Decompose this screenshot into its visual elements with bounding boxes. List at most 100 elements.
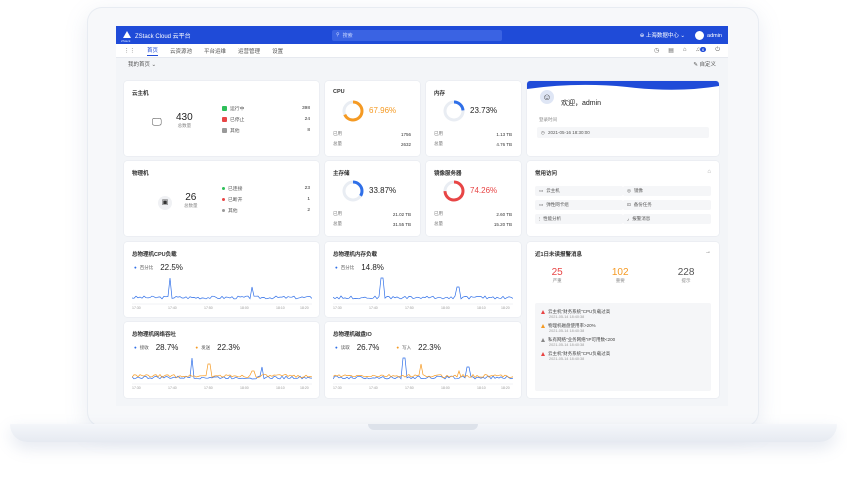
status-value: 1	[307, 197, 310, 202]
lock-icon[interactable]: ⌂	[707, 169, 711, 175]
card-cpu-load-chart[interactable]: 总物理机CPU负载 ● 百分比 22.5% 17:30 17:40 17:50 18:00…	[124, 242, 319, 317]
warning-icon	[541, 352, 545, 356]
x-tick-label: 18:20	[300, 386, 309, 390]
x-tick-label: 18:00	[240, 306, 249, 310]
legend-dot: ●	[396, 345, 400, 350]
tab-ops[interactable]: 平台运维	[204, 47, 226, 55]
alert-time: 2021-05-14 18:40:38	[549, 329, 585, 333]
avatar	[695, 30, 705, 40]
cloud-hosts-status-list: 运行中 398 已停止 24 其他 8	[222, 103, 310, 136]
card-mem-load-chart[interactable]: 总物理机内存负载 ● 百分比 14.8% 17:30 17:40 17:50 18:00 1…	[325, 242, 521, 317]
user-menu[interactable]: admin	[695, 30, 722, 40]
status-label: 运行中	[230, 107, 245, 112]
clock-icon[interactable]: ◷	[654, 47, 659, 54]
card-quick-access: 常用访问 ⌂ ▭ 云主机 ◎ 镜像 ▭ 弹性网卡组 ⊡ 备份任务 ⫶ 性能分析 ♪ 报警消息	[527, 161, 719, 236]
clock-icon: ◷	[541, 129, 545, 135]
card-title: 近1日未读报警消息	[535, 252, 583, 258]
status-label: 已停止	[230, 118, 245, 123]
alert-item[interactable]: 云主机"财务系统"CPU负载过高 2021-05-14 18:40:38	[541, 309, 705, 319]
cart-icon[interactable]: ⌂	[683, 47, 687, 54]
x-tick-label: 17:50	[204, 306, 213, 310]
quick-item-label: 云主机	[546, 188, 560, 193]
card-memory[interactable]: 内存 23.73% 已用 1.13 TB 总量 4.76 TB	[426, 81, 521, 156]
bell-icon[interactable]: ♫ 6	[696, 47, 707, 54]
card-disk-io-chart[interactable]: 总物理机磁盘IO ● 读取 26.7% ● 写入 22.3% 17:30 17:40 17:…	[325, 322, 521, 398]
card-title: 主存储	[333, 171, 350, 177]
tab-cloud-resources[interactable]: 云资源池	[170, 47, 192, 55]
disconnected-dot	[222, 198, 225, 201]
card-cloud-hosts[interactable]: 云主机 🖵 430 总数量 运行中 398 已停止 24 其他 8	[124, 81, 319, 156]
quick-item-vnic[interactable]: ▭ 弹性网卡组	[535, 200, 623, 210]
notification-badge: 6	[700, 47, 707, 52]
count-label: 重要	[615, 278, 625, 283]
status-row: 已停止 24	[222, 114, 310, 125]
kv-used: 已用 21.02 TB	[333, 209, 411, 219]
user-name: admin	[707, 32, 722, 39]
alert-count-major[interactable]: 102 重要	[612, 267, 629, 284]
arrow-right-icon[interactable]: →	[705, 249, 711, 255]
kv-total: 总量 15.20 TB	[434, 219, 512, 229]
alert-count-critical[interactable]: 25 严重	[552, 267, 563, 284]
card-primary-storage[interactable]: 主存储 33.87% 已用 21.02 TB 总量 31.55 TB	[325, 161, 420, 236]
count-value: 102	[611, 267, 629, 278]
card-image-server[interactable]: 镜像服务器 74.26% 已用 2.60 TB 总量 15.20 TB	[426, 161, 521, 236]
bell-icon: ♪	[627, 216, 630, 222]
series-line	[132, 277, 312, 300]
count-label: 提示	[681, 278, 691, 283]
status-value: 398	[301, 106, 310, 111]
card-physical-hosts[interactable]: 物理机 ▣ 26 总数量 已连接 23 已断开 1 其他 2	[124, 161, 319, 236]
alert-item[interactable]: 云主机"财务系统"CPU负载过高 2021-05-14 18:40:38	[541, 351, 705, 361]
memory-percent: 23.73%	[470, 106, 498, 115]
x-tick-label: 18:20	[501, 306, 510, 310]
physical-hosts-status-list: 已连接 23 已断开 1 其他 2	[222, 183, 310, 216]
nav-bar: ⋮⋮ 首页 云资源池 平台运维 运营管理 设置 ◷ ▤ ⌂ ♫ 6 ⏻	[116, 44, 728, 58]
kv-used: 已用 1756	[333, 129, 411, 139]
doc-icon[interactable]: ▤	[668, 47, 674, 54]
user-avatar-icon: ☺	[539, 89, 555, 105]
view-selector[interactable]: 我的首页 ⌄	[128, 60, 156, 68]
alert-count-info[interactable]: 228 提示	[678, 267, 695, 284]
search-input[interactable]: ⚲ 搜索	[332, 29, 502, 41]
total-label: 总量	[434, 221, 443, 226]
quick-item-image[interactable]: ◎ 镜像	[623, 186, 711, 196]
card-network-chart[interactable]: 总物理机网络吞吐 ● 接收 28.7% ● 发送 22.3% 17:30 17:40 17:…	[124, 322, 319, 398]
top-bar: ZStack ZStack Cloud 云平台 ⚲ 搜索 ⊕ 上海数据中心 ⌄ …	[116, 26, 728, 44]
welcome-greeting: 欢迎，admin	[561, 100, 602, 107]
quick-item-label: 弹性网卡组	[546, 202, 569, 207]
x-tick-label: 18:10	[276, 306, 285, 310]
card-title: 云主机	[132, 91, 149, 97]
alert-item[interactable]: 物理机磁盘使用率>20% 2021-05-14 18:40:38	[541, 323, 705, 333]
tab-settings[interactable]: 设置	[272, 47, 283, 55]
zone-selector[interactable]: ⊕ 上海数据中心 ⌄	[640, 31, 685, 39]
status-row: 其他 8	[222, 125, 310, 136]
x-tick-label: 18:10	[276, 386, 285, 390]
customize-button[interactable]: ✎ 自定义	[693, 60, 716, 68]
alert-time: 2021-05-14 18:40:38	[549, 343, 585, 347]
quick-item-backup[interactable]: ⊡ 备份任务	[623, 200, 711, 210]
status-value: 2	[307, 208, 310, 213]
tab-operations-mgmt[interactable]: 运营管理	[238, 47, 260, 55]
quick-item-performance[interactable]: ⫶ 性能分析	[535, 214, 623, 224]
cpu-line-chart	[132, 277, 312, 305]
power-icon[interactable]: ⏻	[715, 47, 720, 54]
stopped-dot	[222, 117, 227, 122]
memory-donut	[443, 100, 465, 122]
x-tick-label: 17:30	[132, 306, 141, 310]
search-placeholder: 搜索	[342, 32, 353, 39]
tab-home[interactable]: 首页	[147, 46, 159, 56]
alert-item[interactable]: 私有网络"业务网络"IP可用数<200 2021-05-14 18:40:38	[541, 337, 705, 347]
quick-item-alarm[interactable]: ♪ 报警消息	[623, 214, 711, 224]
logo[interactable]: ZStack ZStack Cloud 云平台	[121, 30, 332, 43]
alert-time: 2021-05-14 18:40:38	[549, 357, 585, 361]
customize-label: 自定义	[699, 62, 716, 68]
status-row: 其他 2	[222, 205, 310, 216]
image-percent: 74.26%	[470, 186, 498, 195]
alert-text: 物理机磁盘使用率>20%	[548, 323, 596, 328]
total-label: 总量	[333, 221, 342, 226]
apps-grid-icon[interactable]: ⋮⋮	[124, 48, 135, 54]
count-value: 228	[677, 267, 695, 278]
quick-item-vm[interactable]: ▭ 云主机	[535, 186, 623, 196]
x-tick-label: 17:30	[132, 386, 141, 390]
legend-dot: ●	[195, 345, 199, 350]
card-cpu[interactable]: CPU 67.96% 已用 1756 总量 2632	[325, 81, 420, 156]
